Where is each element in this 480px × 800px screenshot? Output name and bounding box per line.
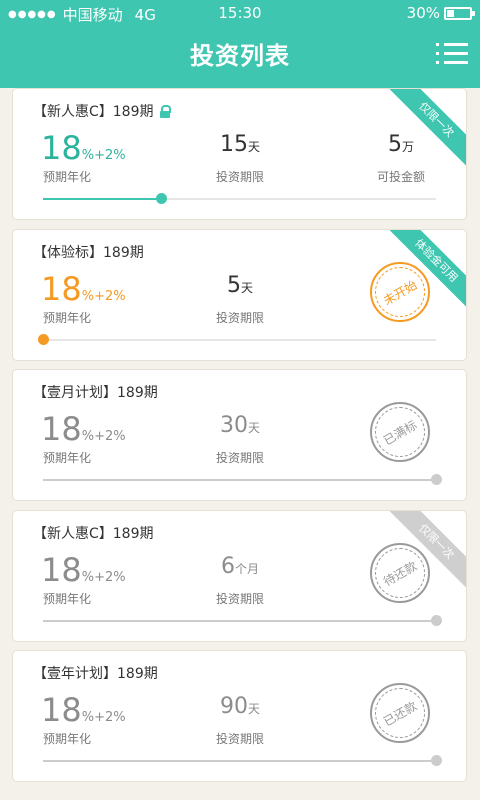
annual-rate: 18%+2% <box>41 129 126 167</box>
investment-card[interactable]: 【壹月计划】189期 18%+2% 预期年化 30天投资期限 已满标 <box>12 369 467 501</box>
investment-card[interactable]: 【新人惠C】189期 18%+2% 预期年化 15天投资期限 5万可投金额 仅限一次 <box>12 88 467 220</box>
battery-fill <box>447 9 455 17</box>
status-stamp: 已满标 <box>370 402 430 462</box>
annual-rate: 18%+2% <box>41 410 126 448</box>
progress-bar <box>43 615 442 626</box>
card-title: 【新人惠C】189期 <box>33 101 171 121</box>
investment-term: 30天 <box>219 413 260 438</box>
term-label: 投资期限 <box>215 732 264 746</box>
annual-rate: 18%+2% <box>41 691 126 729</box>
progress-bar <box>43 474 442 485</box>
progress-fill <box>43 620 436 622</box>
progress-dot <box>431 474 442 485</box>
progress-bar <box>38 334 436 345</box>
investment-term: 15天 <box>219 132 260 157</box>
term-label: 投资期限 <box>215 170 264 184</box>
card-title: 【新人惠C】189期 <box>33 526 154 542</box>
status-bar: ●●●●● 中国移动 4G 15:30 30% <box>0 0 480 26</box>
battery-percent: 30% <box>406 4 440 22</box>
amount-label: 可投金额 <box>376 170 425 184</box>
progress-dot <box>155 193 167 204</box>
progress-bar <box>43 193 436 204</box>
investment-term: 90天 <box>219 694 260 719</box>
rate-label: 预期年化 <box>43 592 92 606</box>
rate-label: 预期年化 <box>43 732 92 746</box>
term-label: 投资期限 <box>215 451 264 465</box>
annual-rate: 18%+2% <box>41 551 126 589</box>
term-label: 投资期限 <box>215 311 264 325</box>
rate-label: 预期年化 <box>43 311 92 325</box>
battery-icon <box>444 6 475 20</box>
investment-card[interactable]: 【体验标】189期 18%+2% 预期年化 5天 投资期限 未开始 体验金可用 <box>12 229 467 361</box>
menu-list-icon[interactable] <box>436 43 468 65</box>
card-title: 【体验标】189期 <box>33 245 144 261</box>
progress-fill <box>43 479 436 481</box>
lock-icon <box>159 104 171 118</box>
investment-card[interactable]: 【新人惠C】189期 18%+2% 预期年化 6个月 投资期限 待还款 仅限一次 <box>12 510 467 642</box>
progress-dot <box>431 615 442 626</box>
status-right: 30% <box>406 4 475 22</box>
progress-dot <box>431 755 442 766</box>
rate-label: 预期年化 <box>43 170 92 184</box>
annual-rate: 18%+2% <box>41 270 126 308</box>
progress-dot <box>38 334 49 345</box>
page-title: 投资列表 <box>190 42 290 70</box>
progress-fill <box>43 198 161 200</box>
app-header: ●●●●● 中国移动 4G 15:30 30% 投资列表 <box>0 0 480 88</box>
ribbon-label: 仅限一次 <box>384 89 466 172</box>
rate-label: 预期年化 <box>43 451 92 465</box>
status-stamp: 已还款 <box>370 683 430 743</box>
status-stamp: 未开始 <box>370 262 430 322</box>
progress-fill <box>43 760 436 762</box>
card-title: 【壹年计划】189期 <box>33 666 158 682</box>
card-title: 【壹月计划】189期 <box>33 385 158 401</box>
progress-bar <box>43 755 442 766</box>
investment-term: 6个月 <box>220 554 259 579</box>
status-stamp: 待还款 <box>370 543 430 603</box>
available-amount: 5万 <box>387 132 414 157</box>
investment-card[interactable]: 【壹年计划】189期 18%+2% 预期年化 90天投资期限 已还款 <box>12 650 467 782</box>
investment-term: 5天 <box>226 273 253 298</box>
term-label: 投资期限 <box>215 592 264 606</box>
